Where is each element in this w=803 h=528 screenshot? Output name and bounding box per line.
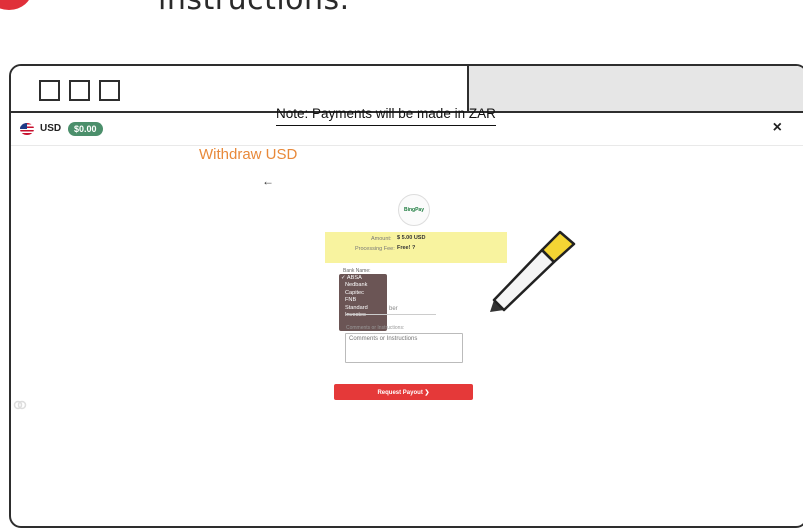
tutorial-caption: instructions. [158, 0, 350, 17]
account-number-placeholder: ber [389, 306, 398, 312]
bingpay-logo: BingPay [398, 194, 430, 226]
amount-value: $ 5.00 USD [397, 235, 426, 241]
fee-value: Free! ? [397, 245, 416, 251]
bank-option[interactable]: ✓ ABSA [339, 275, 387, 282]
window-button-3[interactable] [99, 80, 120, 101]
amount-label: Amount: [371, 236, 392, 242]
bank-option[interactable]: Capitec [339, 290, 387, 297]
red-circle-badge [0, 0, 32, 10]
window-button-1[interactable] [39, 80, 60, 101]
fee-label: Processing Fee: [355, 246, 395, 252]
back-arrow-icon[interactable]: ← [262, 174, 274, 188]
marker-pen-icon [490, 230, 576, 312]
payment-note: Note: Payments will be made in ZAR [276, 106, 496, 126]
us-flag-icon [20, 123, 34, 135]
browser-window: USD $0.00 × [9, 64, 803, 528]
bank-option[interactable]: FNB [339, 297, 387, 304]
bank-option[interactable]: Standard [339, 305, 387, 312]
link-icon [13, 398, 27, 415]
account-number-field[interactable] [346, 314, 436, 315]
page-title: Withdraw USD [199, 146, 298, 163]
comments-input[interactable] [345, 333, 463, 363]
titlebar-tab-area [467, 66, 803, 111]
comments-label: Comments or Instructions: [346, 325, 405, 331]
request-payout-button[interactable]: Request Payout ❯ [334, 384, 473, 400]
bank-select-dropdown[interactable]: ✓ ABSA Nedbank Capitec FNB Standard Inve… [339, 274, 387, 331]
window-button-2[interactable] [69, 80, 90, 101]
currency-label[interactable]: USD [40, 123, 61, 134]
bank-option[interactable]: Nedbank [339, 282, 387, 289]
balance-badge: $0.00 [68, 122, 103, 136]
close-icon[interactable]: × [773, 119, 782, 137]
